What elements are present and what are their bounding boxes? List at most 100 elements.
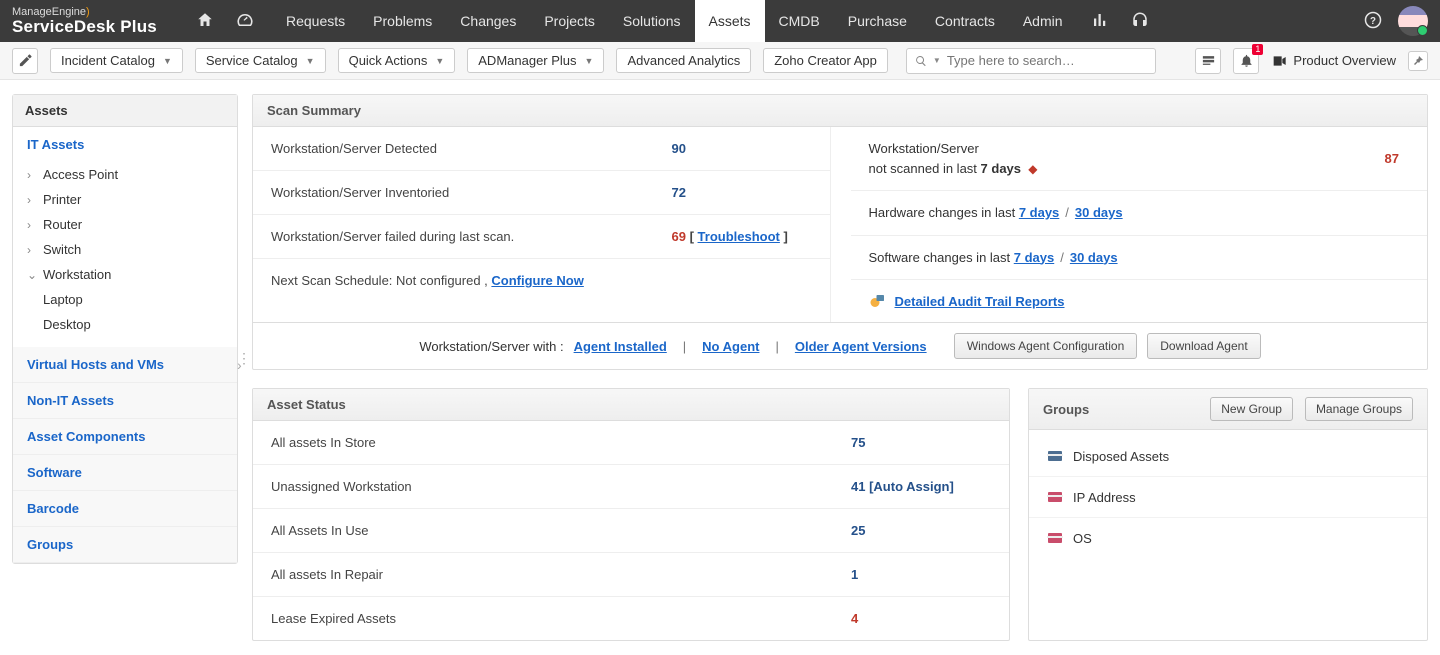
agent-installed-link[interactable]: Agent Installed: [574, 339, 667, 354]
sidebar-item-router[interactable]: Router: [13, 212, 237, 237]
home-icon[interactable]: [196, 11, 214, 32]
global-search-input[interactable]: ▼: [906, 48, 1156, 74]
nav-icon-group: [196, 11, 254, 32]
pin-icon[interactable]: [1408, 51, 1428, 71]
gauge-icon[interactable]: [236, 11, 254, 32]
scan-summary-right: Workstation/Server not scanned in last 7…: [831, 127, 1428, 322]
download-agent-button[interactable]: Download Agent: [1147, 333, 1260, 359]
sidebar-section-barcode[interactable]: Barcode: [13, 491, 237, 527]
windows-agent-config-button[interactable]: Windows Agent Configuration: [954, 333, 1137, 359]
scan-summary-left: Workstation/Server Detected 90 Workstati…: [253, 127, 831, 322]
sidebar-tree: Access Point Printer Router Switch Works…: [13, 162, 237, 347]
sidebar-section-it-assets[interactable]: IT Assets: [13, 127, 237, 162]
sub-bar: Incident Catalog▼ Service Catalog▼ Quick…: [0, 42, 1440, 80]
detected-label: Workstation/Server Detected: [271, 141, 672, 156]
sidebar-item-access-point[interactable]: Access Point: [13, 162, 237, 187]
group-item-disposed[interactable]: Disposed Assets: [1029, 436, 1427, 477]
detected-value[interactable]: 90: [672, 141, 812, 156]
tab-cmdb[interactable]: CMDB: [765, 0, 834, 42]
notifications-icon[interactable]: 1: [1233, 48, 1259, 74]
status-value[interactable]: 75: [851, 435, 991, 450]
tab-assets[interactable]: Assets: [695, 0, 765, 42]
sidebar-item-workstation[interactable]: Workstation: [13, 262, 237, 287]
sidebar-item-printer[interactable]: Printer: [13, 187, 237, 212]
sidebar-section-asset-components[interactable]: Asset Components: [13, 419, 237, 455]
main: Scan Summary Workstation/Server Detected…: [252, 94, 1428, 641]
group-item-os[interactable]: OS: [1029, 518, 1427, 558]
auto-assign-link[interactable]: [Auto Assign]: [869, 479, 954, 494]
sort-icon[interactable]: ◆: [1028, 162, 1037, 176]
sidebar-resize-handle[interactable]: ⋮›: [237, 355, 248, 377]
configure-now-link[interactable]: Configure Now: [491, 273, 583, 288]
sidebar-section-groups[interactable]: Groups: [13, 527, 237, 563]
avatar[interactable]: [1398, 6, 1428, 36]
sw-7-days-link[interactable]: 7 days: [1014, 250, 1054, 265]
status-value[interactable]: 4: [851, 611, 991, 626]
asset-status-panel: Asset Status All assets In Store75 Unass…: [252, 388, 1010, 641]
inventoried-value[interactable]: 72: [672, 185, 812, 200]
tab-changes[interactable]: Changes: [446, 0, 530, 42]
status-value[interactable]: 25: [851, 523, 991, 538]
group-label: IP Address: [1073, 490, 1136, 505]
new-group-button[interactable]: New Group: [1210, 397, 1293, 421]
sw-changes-row: Software changes in last 7 days/30 days: [851, 236, 1428, 281]
sidebar-section-non-it-assets[interactable]: Non-IT Assets: [13, 383, 237, 419]
zoho-creator-button[interactable]: Zoho Creator App: [763, 48, 888, 73]
troubleshoot-link[interactable]: Troubleshoot: [698, 229, 780, 244]
next-scan-label: Next Scan Schedule: Not configured , Con…: [271, 273, 812, 288]
logo[interactable]: ManageEngine) ServiceDesk Plus: [12, 7, 172, 35]
group-item-ip[interactable]: IP Address: [1029, 477, 1427, 518]
incident-catalog-dropdown[interactable]: Incident Catalog▼: [50, 48, 183, 73]
headset-icon[interactable]: [1131, 11, 1149, 32]
sw-30-days-link[interactable]: 30 days: [1070, 250, 1118, 265]
reports-icon[interactable]: [1091, 11, 1109, 32]
tab-admin[interactable]: Admin: [1009, 0, 1077, 42]
sidebar-title: Assets: [13, 95, 237, 127]
incident-catalog-label: Incident Catalog: [61, 53, 155, 68]
no-agent-link[interactable]: No Agent: [702, 339, 759, 354]
older-agent-link[interactable]: Older Agent Versions: [795, 339, 927, 354]
separator: /: [1065, 205, 1069, 220]
tab-projects[interactable]: Projects: [530, 0, 609, 42]
help-icon[interactable]: ?: [1364, 11, 1382, 32]
hw-7-days-link[interactable]: 7 days: [1019, 205, 1059, 220]
not-scanned-value[interactable]: 87: [1385, 151, 1399, 166]
tab-solutions[interactable]: Solutions: [609, 0, 695, 42]
admanager-button[interactable]: ADManager Plus▼: [467, 48, 604, 73]
sidebar-item-laptop[interactable]: Laptop: [43, 287, 237, 312]
manage-groups-button[interactable]: Manage Groups: [1305, 397, 1413, 421]
status-value[interactable]: 41: [851, 479, 865, 494]
hw-30-days-link[interactable]: 30 days: [1075, 205, 1123, 220]
audit-trail-link[interactable]: Detailed Audit Trail Reports: [895, 294, 1065, 309]
svg-text:?: ?: [1370, 15, 1376, 26]
tab-problems[interactable]: Problems: [359, 0, 446, 42]
product-overview-button[interactable]: Product Overview: [1271, 53, 1396, 69]
scan-row-failed: Workstation/Server failed during last sc…: [253, 215, 830, 259]
tab-requests[interactable]: Requests: [272, 0, 359, 42]
sidebar-section-software[interactable]: Software: [13, 455, 237, 491]
quick-actions-dropdown[interactable]: Quick Actions▼: [338, 48, 456, 73]
sidebar-section-virtual-hosts[interactable]: Virtual Hosts and VMs: [13, 347, 237, 383]
notification-badge: 1: [1252, 44, 1263, 55]
failed-value-wrap: 69 Troubleshoot: [672, 229, 812, 244]
hw-label: Hardware changes in last 7 days/30 days: [869, 203, 1410, 223]
status-value-wrap: 41 [Auto Assign]: [851, 479, 991, 494]
asset-status-body: All assets In Store75 Unassigned Worksta…: [253, 421, 1009, 640]
sw-prefix: Software changes in last: [869, 250, 1014, 265]
compose-icon[interactable]: [12, 48, 38, 74]
advanced-analytics-button[interactable]: Advanced Analytics: [616, 48, 751, 73]
search-field[interactable]: [947, 53, 1147, 68]
not-scanned-prefix: Workstation/Server: [869, 141, 979, 156]
tab-contracts[interactable]: Contracts: [921, 0, 1009, 42]
scan-summary-body: Workstation/Server Detected 90 Workstati…: [253, 127, 1427, 322]
service-catalog-label: Service Catalog: [206, 53, 298, 68]
not-scanned-line2: not scanned in last: [869, 161, 981, 176]
sidebar-item-desktop[interactable]: Desktop: [43, 312, 237, 337]
recent-items-icon[interactable]: [1195, 48, 1221, 74]
tab-purchase[interactable]: Purchase: [834, 0, 921, 42]
sidebar-item-switch[interactable]: Switch: [13, 237, 237, 262]
failed-value[interactable]: 69: [672, 229, 686, 244]
status-value[interactable]: 1: [851, 567, 991, 582]
service-catalog-dropdown[interactable]: Service Catalog▼: [195, 48, 326, 73]
scan-summary-title: Scan Summary: [253, 95, 1427, 127]
